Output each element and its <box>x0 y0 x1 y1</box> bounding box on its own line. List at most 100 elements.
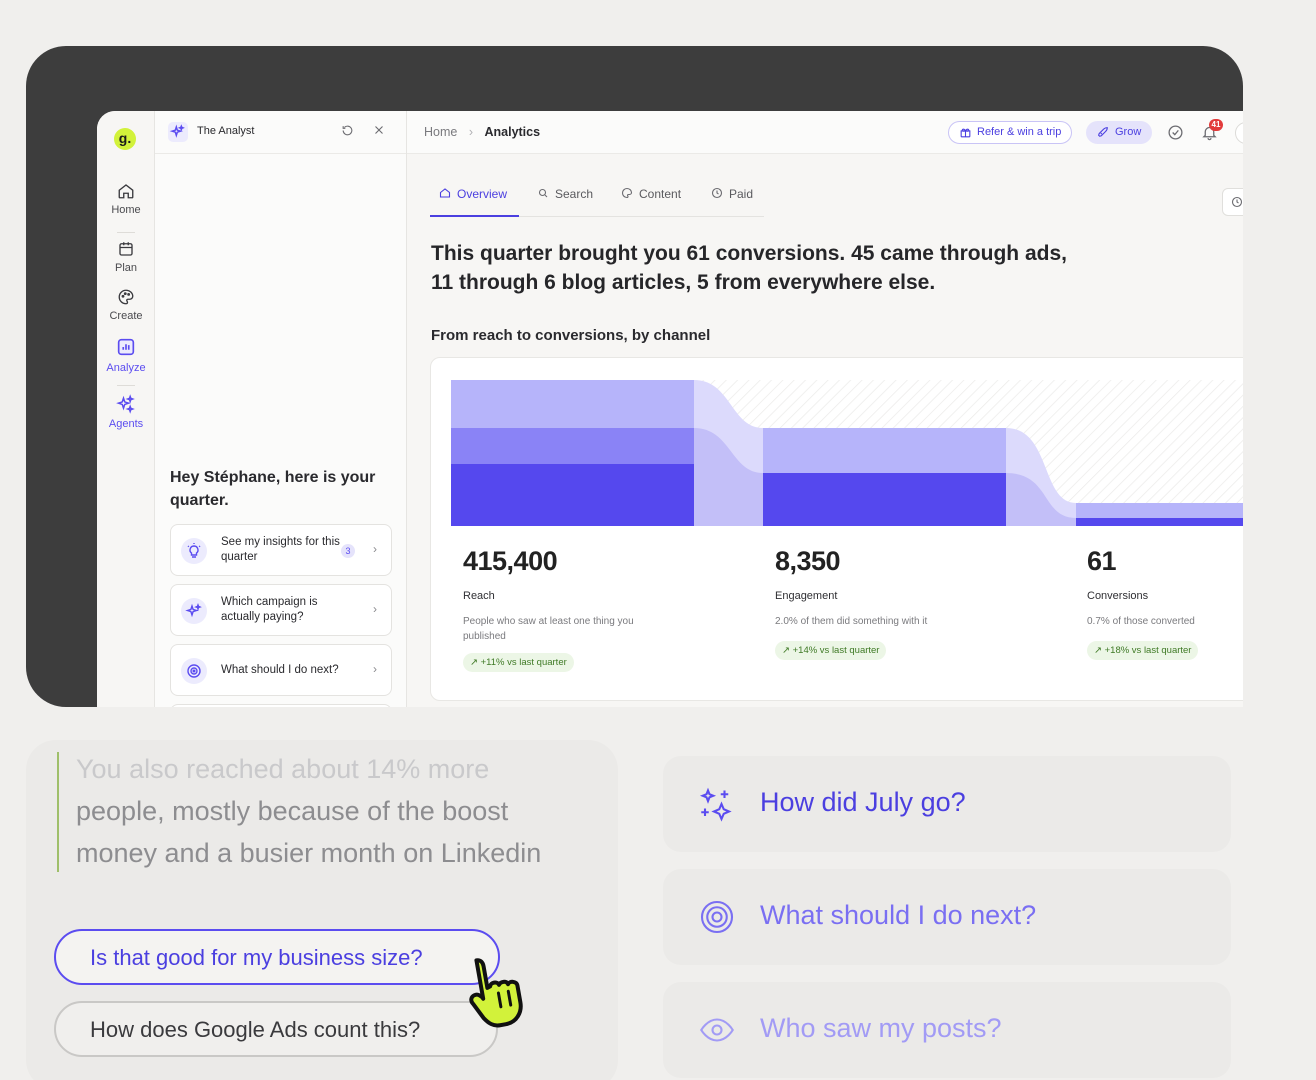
nav-item-agents[interactable]: Agents <box>97 394 155 430</box>
gift-icon <box>960 128 971 138</box>
followup-google-ads-button[interactable]: How does Google Ads count this? <box>54 1001 498 1057</box>
funnel-bar-reach-mid <box>451 428 694 464</box>
metric-engagement-label: Engagement <box>775 590 838 602</box>
breadcrumb-separator-icon: › <box>468 125 473 139</box>
next-step-card[interactable]: What should I do next? › <box>170 644 392 696</box>
nav-label-home: Home <box>111 204 141 216</box>
target-icon <box>181 658 207 684</box>
nav-label-agents: Agents <box>108 418 144 430</box>
quarter-headline: This quarter brought you 61 conversions.… <box>431 242 1067 294</box>
funnel-title: From reach to conversions, by channel <box>431 327 711 344</box>
tab-search[interactable]: Search <box>537 187 593 217</box>
home-icon <box>118 184 134 199</box>
metric-engagement: 8,350 Engagement 2.0% of them did someth… <box>775 546 975 660</box>
metric-conversions-delta-text: +18% vs last quarter <box>1104 645 1192 656</box>
metric-reach-desc: People who saw at least one thing you pu… <box>463 616 634 642</box>
chat-answer-text: You also reached about 14% more people, … <box>76 748 606 874</box>
analyst-panel-header: The Analyst <box>155 111 406 154</box>
brand-logo[interactable]: g. <box>114 128 136 150</box>
tab-paid-label: Paid <box>729 187 754 201</box>
metric-reach-delta: ↗ +11% vs last quarter <box>463 653 574 672</box>
metric-engagement-delta: ↗ +14% vs last quarter <box>775 641 887 660</box>
sparkles-icon <box>169 124 185 138</box>
analyst-panel: The Analyst Hey Stéphane, here is your q… <box>155 111 407 707</box>
app-window: g. Home Plan Create Analyze Agents The A… <box>97 111 1243 707</box>
check-circle-icon[interactable] <box>1167 124 1184 146</box>
nav-divider <box>117 385 135 386</box>
breadcrumb-home[interactable]: Home <box>424 125 457 139</box>
suggestion-posts[interactable]: Who saw my posts? <box>663 982 1231 1078</box>
nav-label-create: Create <box>109 310 143 322</box>
calendar-icon <box>119 242 133 256</box>
date-range-button[interactable] <box>1222 188 1243 216</box>
refer-button[interactable]: Refer & win a trip <box>948 121 1073 144</box>
followup-business-size-button[interactable]: Is that good for my business size? <box>54 929 500 985</box>
metric-reach: 415,400 Reach People who saw at least on… <box>463 546 643 672</box>
breadcrumb: Home › Analytics <box>424 125 540 139</box>
avatar[interactable] <box>1235 122 1243 144</box>
metric-conversions-label: Conversions <box>1087 590 1149 602</box>
chevron-right-icon: › <box>373 602 377 616</box>
hand-pointer-icon <box>469 958 523 1028</box>
chat-answer-line: money and a busier month on Linkedin <box>76 838 542 868</box>
agent-avatar <box>168 122 188 142</box>
clock-icon <box>1231 196 1243 208</box>
close-icon[interactable] <box>373 124 385 139</box>
search-icon <box>538 188 548 198</box>
next-step-card-text: What should I do next? <box>221 663 339 676</box>
campaign-card[interactable]: Which campaign is actually paying? › <box>170 584 392 636</box>
funnel-bar-engagement-base <box>763 473 1006 526</box>
more-card[interactable] <box>170 704 392 707</box>
metric-engagement-desc: 2.0% of them did something with it <box>775 616 928 627</box>
home-icon <box>439 188 451 198</box>
tab-search-label: Search <box>555 187 594 201</box>
breadcrumb-current: Analytics <box>484 125 541 139</box>
nav-item-plan[interactable]: Plan <box>97 240 155 274</box>
analyst-title: The Analyst <box>197 125 255 137</box>
insights-count-badge: 3 <box>341 544 355 558</box>
funnel-bar-reach-base <box>451 464 694 526</box>
suggestion-next-text: What should I do next? <box>760 900 1037 930</box>
suggestion-next[interactable]: What should I do next? <box>663 869 1231 965</box>
coin-icon <box>711 187 723 199</box>
tab-content[interactable]: Content <box>621 187 681 217</box>
sparkles-icon <box>699 787 732 822</box>
insights-card[interactable]: See my insights for this quarter 3 › <box>170 524 392 576</box>
metric-conversions-value: 61 <box>1087 546 1117 576</box>
notification-badge: 41 <box>1209 119 1223 131</box>
sparkles-icon <box>116 394 135 414</box>
tab-overview-label: Overview <box>457 187 508 201</box>
analytics-main: Home › Analytics Refer & win a trip Grow <box>407 111 1243 707</box>
nav-item-analyze[interactable]: Analyze <box>97 336 155 374</box>
suggestion-july[interactable]: How did July go? <box>663 756 1231 852</box>
rocket-icon <box>1098 127 1108 137</box>
grow-label: Grow <box>1115 126 1142 138</box>
suggestion-july-text: How did July go? <box>760 787 966 817</box>
refresh-icon[interactable] <box>341 124 354 140</box>
nav-item-home[interactable]: Home <box>97 182 155 216</box>
sparkles-icon <box>181 598 207 624</box>
funnel-chart-card: 415,400 Reach People who saw at least on… <box>430 357 1243 701</box>
palette-icon <box>118 289 134 305</box>
suggestion-posts-text: Who saw my posts? <box>760 1013 1002 1043</box>
quote-accent-bar <box>57 752 59 872</box>
metric-reach-delta-text: +11% vs last quarter <box>480 657 567 668</box>
metric-reach-label: Reach <box>463 590 495 602</box>
nav-divider <box>117 232 135 233</box>
chevron-right-icon: › <box>373 662 377 676</box>
app-window-frame: g. Home Plan Create Analyze Agents The A… <box>26 46 1243 707</box>
target-icon <box>700 900 734 934</box>
insights-card-text: See my insights for this quarter <box>221 536 340 563</box>
nav-item-create[interactable]: Create <box>97 288 155 322</box>
tab-paid[interactable]: Paid <box>711 187 753 217</box>
metric-reach-value: 415,400 <box>463 546 558 576</box>
metric-conversions-delta: ↗ +18% vs last quarter <box>1087 641 1199 660</box>
lightbulb-icon <box>181 538 207 564</box>
palette-icon <box>621 187 633 199</box>
eye-icon <box>700 1018 734 1042</box>
top-bar: Home › Analytics Refer & win a trip Grow <box>407 111 1243 154</box>
grow-button[interactable]: Grow <box>1086 121 1153 144</box>
tab-overview[interactable]: Overview <box>430 187 519 217</box>
metric-conversions-desc: 0.7% of those converted <box>1087 616 1195 627</box>
analytics-tabs: Overview Search Content Paid <box>430 187 764 217</box>
